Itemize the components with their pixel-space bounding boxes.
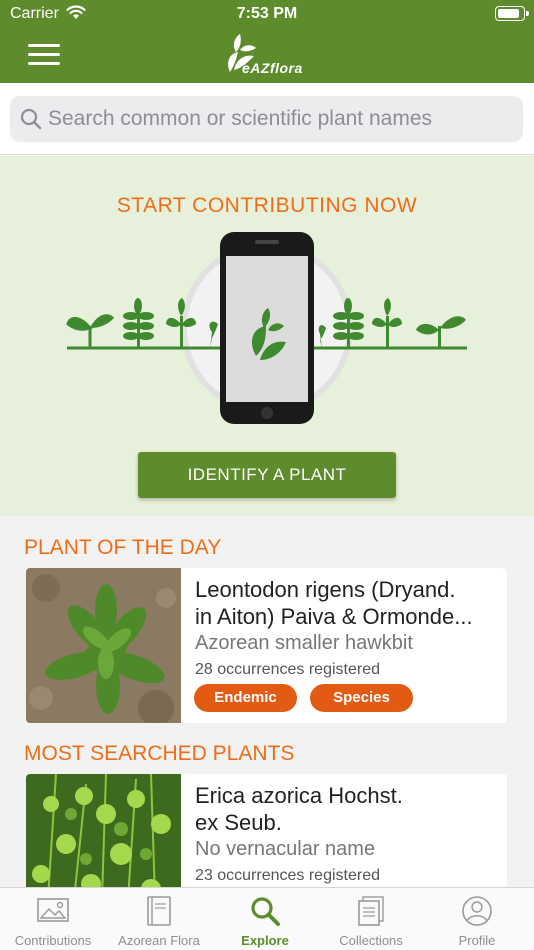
menu-line bbox=[28, 53, 60, 56]
search-bar[interactable] bbox=[10, 96, 523, 142]
plant-name: Leontodon rigens (Dryand. in Aiton) Paiv… bbox=[195, 576, 500, 630]
tab-contributions[interactable]: Contributions bbox=[0, 888, 106, 950]
tab-label: Azorean Flora bbox=[118, 933, 200, 948]
occurrence-count: 28 occurrences registered bbox=[195, 661, 380, 678]
plant-name-line1: Leontodon rigens (Dryand. bbox=[195, 577, 456, 602]
plant-name: Erica azorica Hochst. ex Seub. bbox=[195, 782, 500, 836]
search-icon bbox=[251, 897, 280, 926]
tab-label: Collections bbox=[339, 933, 403, 948]
status-bar: Carrier 7:53 PM bbox=[0, 0, 534, 28]
plant-photo bbox=[26, 568, 181, 723]
top-bar: Carrier 7:53 PM eAZflora bbox=[0, 0, 534, 83]
menu-button[interactable] bbox=[28, 44, 60, 66]
menu-line bbox=[28, 62, 60, 65]
battery-icon bbox=[495, 6, 529, 21]
tab-label: Profile bbox=[458, 933, 496, 948]
endemic-badge: Endemic bbox=[194, 684, 297, 712]
profile-icon bbox=[462, 896, 492, 926]
tab-bar: Contributions Azorean Flora Explore Coll… bbox=[0, 887, 534, 950]
tab-label: Explore bbox=[241, 933, 289, 948]
plant-name-line2: ex Seub. bbox=[195, 810, 282, 835]
contribute-banner: START CONTRIBUTING NOW IDENTIFY A PLANT bbox=[0, 156, 534, 516]
plant-of-day-title: PLANT OF THE DAY bbox=[24, 536, 222, 559]
tab-azorean-flora[interactable]: Azorean Flora bbox=[106, 888, 212, 950]
tab-explore[interactable]: Explore bbox=[212, 888, 318, 950]
plant-of-day-card[interactable]: Leontodon rigens (Dryand. in Aiton) Paiv… bbox=[26, 568, 507, 723]
banner-title: START CONTRIBUTING NOW bbox=[116, 194, 418, 217]
menu-line bbox=[28, 44, 60, 47]
identify-plant-button[interactable]: IDENTIFY A PLANT bbox=[138, 452, 396, 498]
app-logo: eAZflora bbox=[222, 30, 322, 78]
tab-collections[interactable]: Collections bbox=[318, 888, 424, 950]
search-input[interactable] bbox=[48, 102, 508, 136]
logo-text: eAZflora bbox=[242, 60, 303, 76]
occurrence-count: 23 occurrences registered bbox=[195, 867, 380, 884]
plant-name-line2: in Aiton) Paiva & Ormonde... bbox=[195, 604, 473, 629]
tab-profile[interactable]: Profile bbox=[424, 888, 530, 950]
tab-label: Contributions bbox=[14, 933, 92, 948]
book-icon bbox=[147, 896, 171, 926]
search-icon bbox=[20, 108, 42, 130]
vernacular-name: Azorean smaller hawkbit bbox=[195, 632, 413, 654]
collections-icon bbox=[358, 896, 384, 926]
search-bar-container bbox=[0, 83, 534, 155]
image-icon bbox=[37, 898, 69, 922]
species-badge: Species bbox=[310, 684, 413, 712]
most-searched-title: MOST SEARCHED PLANTS bbox=[24, 742, 295, 765]
phone-plants-illustration bbox=[66, 232, 467, 424]
status-time: 7:53 PM bbox=[236, 5, 298, 22]
plant-name-line1: Erica azorica Hochst. bbox=[195, 783, 403, 808]
vernacular-name: No vernacular name bbox=[195, 838, 376, 860]
